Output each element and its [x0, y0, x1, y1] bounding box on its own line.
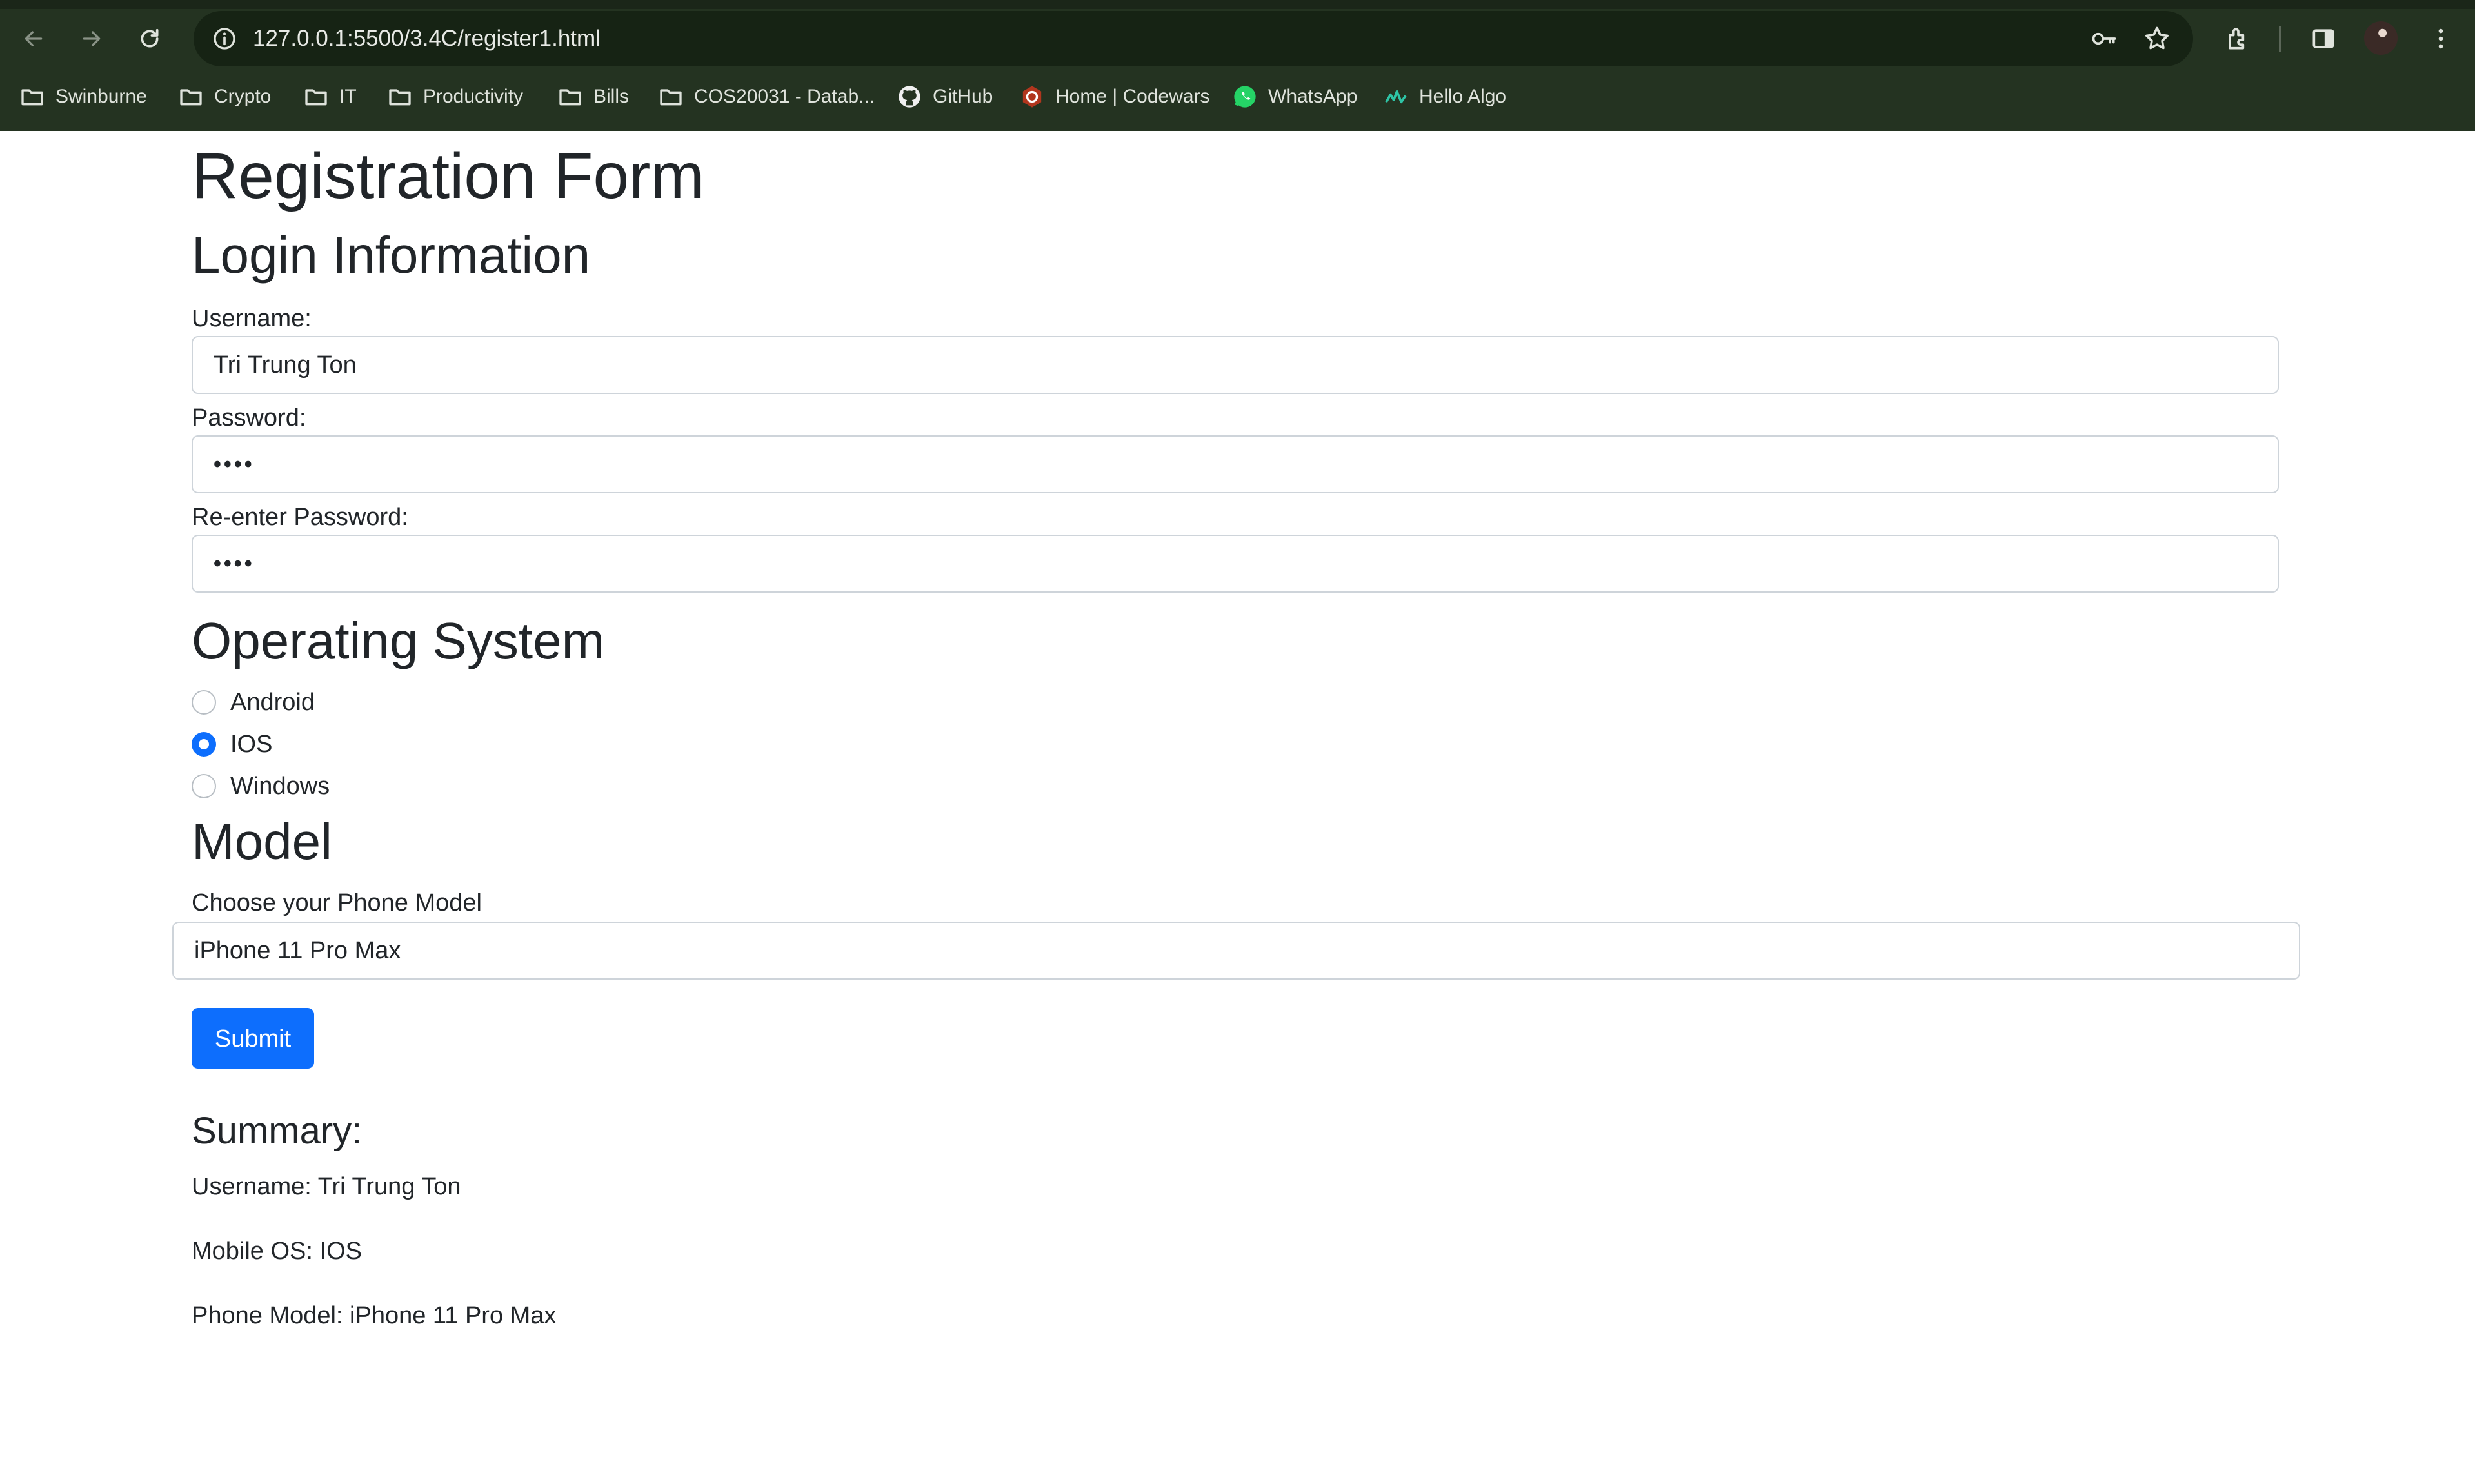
bookmark-label: WhatsApp: [1268, 86, 1358, 107]
bookmark-label: Productivity: [423, 86, 524, 107]
submit-button[interactable]: Submit: [192, 1008, 314, 1069]
hello-algo-icon: [1383, 84, 1409, 110]
folder-icon: [19, 84, 45, 110]
bookmark-star-icon[interactable]: [2138, 19, 2176, 58]
profile-avatar[interactable]: [2364, 21, 2398, 55]
forward-button[interactable]: [71, 18, 112, 59]
folder-icon: [387, 84, 413, 110]
bookmark-label: COS20031 - Datab...: [694, 86, 875, 107]
bookmark-github[interactable]: GitHub: [897, 77, 993, 116]
page-content: Registration Form Login Information User…: [0, 131, 2475, 1484]
password-label: Password:: [192, 404, 306, 431]
back-button[interactable]: [13, 18, 54, 59]
summary-os: Mobile OS: IOS: [192, 1238, 362, 1265]
radio-button-checked[interactable]: [192, 732, 216, 757]
os-option-android[interactable]: Android: [192, 684, 315, 720]
menu-kebab-icon[interactable]: [2420, 18, 2461, 59]
model-label: Choose your Phone Model: [192, 889, 482, 916]
summary-heading: Summary:: [192, 1110, 363, 1152]
summary-username: Username: Tri Trung Ton: [192, 1173, 461, 1200]
reload-button[interactable]: [129, 18, 170, 59]
bookmark-label: GitHub: [933, 86, 993, 107]
login-heading: Login Information: [192, 226, 591, 284]
arrow-left-icon: [25, 31, 43, 46]
os-heading: Operating System: [192, 612, 605, 669]
side-panel-icon[interactable]: [2303, 18, 2344, 59]
folder-icon: [658, 84, 684, 110]
radio-button[interactable]: [192, 690, 216, 715]
bookmark-productivity[interactable]: Productivity: [387, 77, 523, 116]
bookmark-label: Crypto: [214, 86, 272, 107]
bookmark-bills[interactable]: Bills: [557, 77, 629, 116]
bookmarks-bar: Swinburne Crypto IT Productivity Bills C…: [0, 77, 2475, 116]
reenter-password-label: Re-enter Password:: [192, 504, 408, 531]
toolbar-separator: [2279, 26, 2281, 52]
codewars-icon: [1019, 84, 1045, 110]
arrow-right-icon: [83, 31, 101, 46]
bookmark-cos20031[interactable]: COS20031 - Datab...: [658, 77, 875, 116]
url-text[interactable]: 127.0.0.1:5500/3.4C/register1.html: [253, 11, 601, 66]
os-option-windows[interactable]: Windows: [192, 768, 330, 804]
bookmark-label: Bills: [593, 86, 630, 107]
bookmark-codewars[interactable]: Home | Codewars: [1019, 77, 1210, 116]
radio-button[interactable]: [192, 774, 216, 798]
username-input[interactable]: Tri Trung Ton: [192, 336, 2279, 394]
bookmark-label: Hello Algo: [1419, 86, 1507, 107]
bookmark-it[interactable]: IT: [303, 77, 357, 116]
folder-icon: [178, 84, 204, 110]
folder-icon: [303, 84, 329, 110]
reenter-password-input[interactable]: ••••: [192, 535, 2279, 593]
whatsapp-icon: [1232, 84, 1258, 110]
password-input[interactable]: ••••: [192, 435, 2279, 493]
os-option-label: Android: [230, 688, 315, 716]
extensions-icon[interactable]: [2218, 18, 2259, 59]
reload-icon: [141, 28, 159, 48]
phone-model-select[interactable]: iPhone 11 Pro Max: [172, 922, 2300, 980]
site-info-icon[interactable]: [205, 19, 244, 58]
bookmark-label: IT: [339, 86, 357, 107]
os-option-ios[interactable]: IOS: [192, 726, 272, 762]
bookmark-label: Home | Codewars: [1055, 86, 1210, 107]
page-title: Registration Form: [192, 140, 704, 212]
bookmark-swinburne[interactable]: Swinburne: [19, 77, 147, 116]
password-key-icon[interactable]: [2085, 19, 2123, 58]
browser-chrome: 127.0.0.1:5500/3.4C/register1.html Swinb…: [0, 0, 2475, 131]
summary-model: Phone Model: iPhone 11 Pro Max: [192, 1302, 557, 1329]
github-icon: [897, 84, 922, 110]
bookmark-hello-algo[interactable]: Hello Algo: [1383, 77, 1506, 116]
os-option-label: IOS: [230, 730, 273, 758]
address-bar[interactable]: 127.0.0.1:5500/3.4C/register1.html: [194, 11, 2193, 66]
model-heading: Model: [192, 813, 332, 870]
bookmark-label: Swinburne: [55, 86, 147, 107]
folder-icon: [557, 84, 583, 110]
username-label: Username:: [192, 305, 312, 332]
os-option-label: Windows: [230, 772, 330, 800]
bookmark-crypto[interactable]: Crypto: [178, 77, 271, 116]
bookmark-whatsapp[interactable]: WhatsApp: [1232, 77, 1357, 116]
window-top-edge: [0, 0, 2475, 9]
